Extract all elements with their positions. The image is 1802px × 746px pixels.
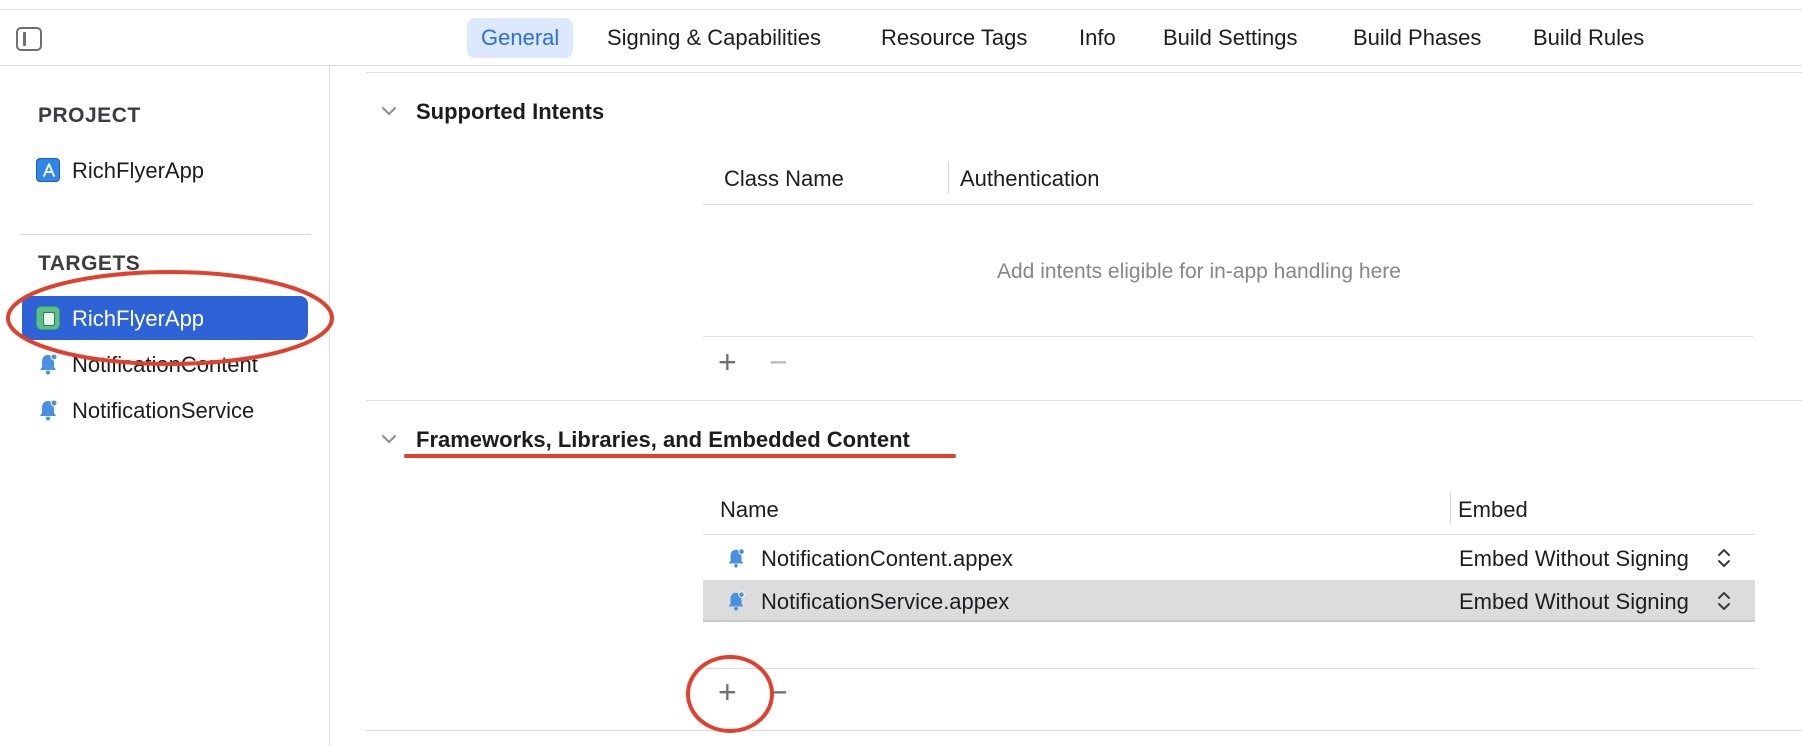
- section-divider: [366, 730, 1802, 731]
- targets-section-header: TARGETS: [38, 252, 141, 275]
- column-separator: [1450, 492, 1451, 524]
- section-divider: [366, 72, 1802, 73]
- bell-icon: [725, 590, 747, 612]
- editor-tab-bar: General Signing & Capabilities Resource …: [0, 10, 1802, 66]
- sidebar-item-label: NotificationContent: [72, 352, 258, 377]
- bell-icon: [725, 547, 747, 569]
- chevron-down-icon[interactable]: [378, 428, 400, 450]
- table-row[interactable]: NotificationService.appex Embed Without …: [703, 580, 1755, 622]
- tab-general[interactable]: General: [467, 18, 574, 58]
- app-project-icon: [36, 158, 60, 182]
- chevron-down-icon[interactable]: [378, 100, 400, 122]
- sidebar-item-project[interactable]: RichFlyerApp: [22, 148, 308, 192]
- sidebar-item-target-notificationservice[interactable]: NotificationService: [22, 388, 308, 432]
- column-header-class-name[interactable]: Class Name: [724, 166, 844, 192]
- tab-build-phases[interactable]: Build Phases: [1339, 18, 1495, 58]
- tab-signing-capabilities[interactable]: Signing & Capabilities: [593, 18, 835, 58]
- up-down-chevron-icon[interactable]: [1715, 545, 1733, 571]
- section-divider: [366, 400, 1802, 401]
- framework-name: NotificationContent.appex: [761, 546, 1013, 571]
- add-intent-button[interactable]: +: [718, 346, 737, 378]
- sidebar-item-label: NotificationService: [72, 398, 255, 423]
- project-section-header: PROJECT: [38, 104, 141, 127]
- intents-empty-placeholder: Add intents eligible for in-app handling…: [997, 260, 1401, 283]
- table-footer-divider: [703, 336, 1753, 337]
- tab-info[interactable]: Info: [1065, 18, 1130, 58]
- table-footer-divider: [703, 668, 1755, 669]
- sidebar-item-target-richflyerapp[interactable]: RichFlyerApp: [22, 296, 308, 340]
- column-header-embed[interactable]: Embed: [1458, 497, 1528, 523]
- project-navigator-sidebar: PROJECT RichFlyerApp TARGETS RichFlyerAp…: [0, 66, 330, 746]
- framework-name: NotificationService.appex: [761, 589, 1010, 614]
- column-header-name[interactable]: Name: [720, 497, 779, 523]
- add-framework-button[interactable]: +: [718, 676, 737, 708]
- embed-popup-value[interactable]: Embed Without Signing: [1459, 546, 1689, 572]
- bell-icon: [36, 352, 60, 376]
- sidebar-item-label: RichFlyerApp: [72, 158, 205, 183]
- window-top-edge: [0, 0, 1802, 10]
- table-header-divider: [703, 534, 1755, 535]
- supported-intents-title: Supported Intents: [416, 99, 605, 124]
- remove-framework-button[interactable]: −: [769, 676, 788, 708]
- sidebar-toggle-icon[interactable]: [16, 27, 42, 51]
- remove-intent-button[interactable]: −: [769, 346, 788, 378]
- column-separator: [948, 162, 949, 194]
- tab-build-rules[interactable]: Build Rules: [1519, 18, 1658, 58]
- app-target-icon: [36, 306, 60, 330]
- sidebar-item-label: RichFlyerApp: [72, 306, 205, 331]
- tab-resource-tags[interactable]: Resource Tags: [867, 18, 1041, 58]
- up-down-chevron-icon[interactable]: [1715, 588, 1733, 614]
- frameworks-section-title: Frameworks, Libraries, and Embedded Cont…: [416, 427, 910, 452]
- bell-icon: [36, 398, 60, 422]
- sidebar-divider: [20, 234, 311, 235]
- table-header-divider: [703, 204, 1753, 205]
- sidebar-item-target-notificationcontent[interactable]: NotificationContent: [22, 342, 308, 386]
- column-header-authentication[interactable]: Authentication: [960, 166, 1099, 192]
- embed-popup-value[interactable]: Embed Without Signing: [1459, 589, 1689, 615]
- table-row[interactable]: NotificationContent.appex Embed Without …: [703, 537, 1755, 579]
- tab-build-settings[interactable]: Build Settings: [1149, 18, 1312, 58]
